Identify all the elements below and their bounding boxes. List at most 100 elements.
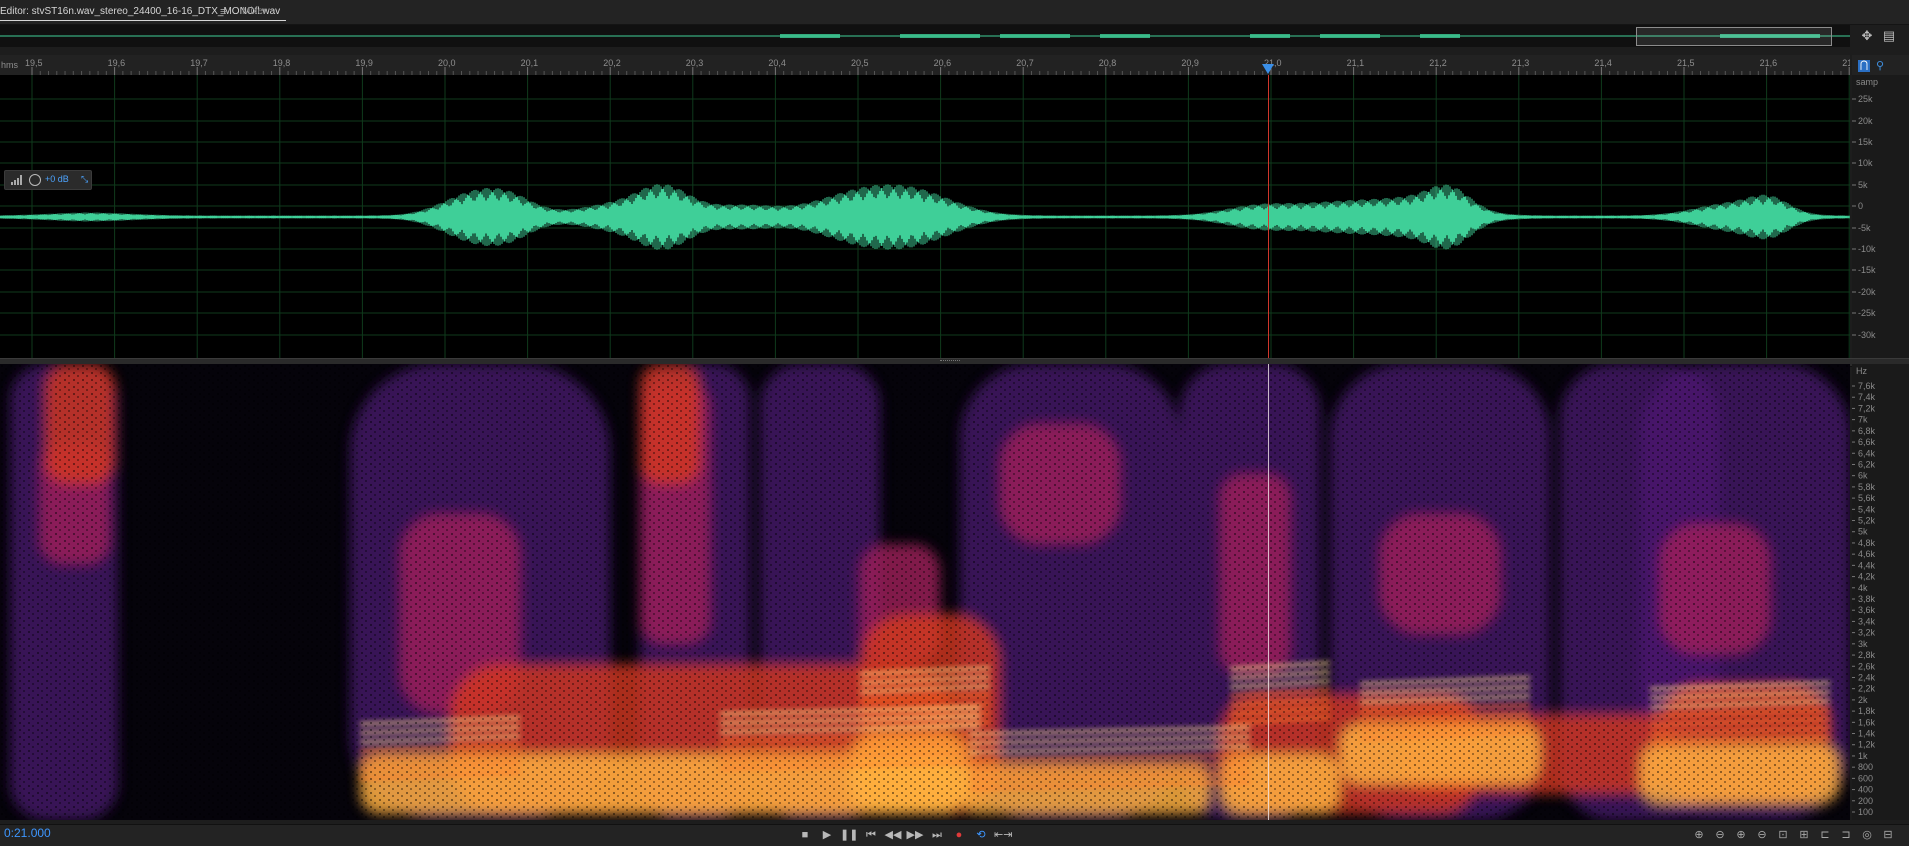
frequency-label: 2k — [1858, 695, 1868, 705]
amplitude-label: -10k — [1858, 244, 1876, 254]
stop-button[interactable]: ■ — [796, 827, 814, 843]
frequency-label: 3,6k — [1858, 605, 1876, 615]
amplitude-scale-labels: samp 25k 20k 15k 10k 5k 0 -5k -10k -15k -20k -25k -3… — [1852, 77, 1878, 340]
amplitude-unit-label: samp — [1856, 77, 1878, 87]
volume-knob-icon[interactable] — [29, 174, 41, 186]
waveform-display[interactable]: +0 dB ⤡ — [0, 75, 1850, 358]
tab-mixer[interactable]: Mixer — [242, 4, 266, 20]
time-ruler[interactable]: hms 19,5 19,6 19,7 19,8 19,9 20,0 20,1 20,2 20,3 2… — [0, 55, 1850, 76]
pause-button[interactable]: ❚❚ — [840, 827, 858, 843]
divider-grip-icon[interactable] — [940, 360, 960, 363]
zoom-navigator-icon[interactable]: ✥ — [1858, 28, 1876, 44]
zoom-left-edge-button[interactable]: ⊏ — [1816, 827, 1834, 843]
overview-waveform[interactable] — [0, 25, 1850, 47]
zoom-in-amplitude-button[interactable]: ⊕ — [1690, 827, 1708, 843]
record-button[interactable]: ● — [950, 827, 968, 843]
pin-icon[interactable]: ⚲ — [1874, 60, 1886, 72]
zoom-right-edge-button[interactable]: ⊐ — [1837, 827, 1855, 843]
frequency-label: 5,8k — [1858, 482, 1876, 492]
playhead-line — [1268, 75, 1269, 358]
amplitude-label: -20k — [1858, 287, 1876, 297]
loop-playback-button[interactable]: ⟲ — [972, 827, 990, 843]
frequency-label: 7,2k — [1858, 403, 1876, 413]
amplitude-label: -15k — [1858, 265, 1876, 275]
frequency-label: 4k — [1858, 583, 1868, 593]
snap-icon[interactable]: ⋂ — [1858, 60, 1870, 72]
amplitude-label: 25k — [1858, 94, 1873, 104]
zoom-reset-button[interactable]: ⊟ — [1879, 827, 1897, 843]
frequency-label: 3k — [1858, 639, 1868, 649]
tab-menu-icon[interactable]: ≡ — [220, 4, 226, 20]
amplitude-hud[interactable]: +0 dB ⤡ — [4, 170, 92, 190]
play-button[interactable]: ▶ — [818, 827, 836, 843]
rewind-button[interactable]: ◀◀ — [884, 827, 902, 843]
frequency-label: 3,2k — [1858, 628, 1876, 638]
frequency-label: 2,6k — [1858, 661, 1876, 671]
frequency-unit-label: Hz — [1856, 366, 1867, 376]
frequency-label: 6,6k — [1858, 437, 1876, 447]
time-display[interactable]: 0:21.000 — [4, 826, 51, 840]
move-to-previous-button[interactable]: ⏮ — [862, 827, 880, 843]
frequency-label: 3,8k — [1858, 594, 1876, 604]
tab-bar: Editor: stvST16n.wav_stereo_24400_16-16_… — [0, 0, 1909, 25]
amplitude-label: 10k — [1858, 158, 1873, 168]
panel-menu-icon[interactable]: ▤ — [1880, 28, 1898, 44]
frequency-label: 7,6k — [1858, 381, 1876, 391]
overview-wave-segment — [780, 34, 840, 38]
frequency-scale[interactable]: Hz 7,6k 7,4k 7,2k 7k 6,8k 6,6k 6,4k 6,2k 6k 5,8k 5,… — [1852, 364, 1909, 820]
time-ruler-ticks: hms 19,5 19,6 19,7 19,8 19,9 20,0 20,1 20,2 20,3 2… — [1, 58, 1850, 75]
fast-forward-button[interactable]: ▶▶ — [906, 827, 924, 843]
frequency-label: 6,4k — [1858, 448, 1876, 458]
amplitude-scale[interactable]: samp 25k 20k 15k 10k 5k 0 -5k -10k -15k -20k -25k -3… — [1852, 75, 1909, 358]
amplitude-label: 0 — [1858, 201, 1863, 211]
frequency-label: 4,4k — [1858, 560, 1876, 570]
playhead-line-spectral — [1268, 364, 1269, 820]
ruler-tick-label: 19,9 — [355, 58, 373, 68]
spectral-frequency-display[interactable] — [0, 364, 1850, 820]
frequency-label: 1,4k — [1858, 729, 1876, 739]
skip-selection-button[interactable]: ⇤⇥ — [994, 827, 1012, 843]
frequency-label: 2,8k — [1858, 650, 1876, 660]
ruler-tick-label: 19,7 — [190, 58, 208, 68]
ruler-tick-label: 20,5 — [851, 58, 869, 68]
zoom-out-time-button[interactable]: ⊖ — [1753, 827, 1771, 843]
frequency-label: 7k — [1858, 415, 1868, 425]
hud-pin-icon[interactable]: ⤡ — [81, 174, 88, 185]
ruler-tick-label: 19,5 — [25, 58, 43, 68]
amplitude-label: -25k — [1858, 308, 1876, 318]
frequency-label: 100 — [1858, 807, 1873, 817]
spectrogram-graphic — [0, 364, 1850, 820]
volume-value[interactable]: +0 dB — [45, 174, 69, 184]
amplitude-label: -5k — [1858, 223, 1871, 233]
waveform-graphic — [0, 75, 1850, 358]
ruler-tick-label: 21,1 — [1347, 58, 1365, 68]
ruler-tick-label: 19,6 — [108, 58, 126, 68]
amplitude-label: 15k — [1858, 137, 1873, 147]
ruler-tick-label: 21,2 — [1429, 58, 1447, 68]
amplitude-label: 20k — [1858, 116, 1873, 126]
overview-viewport-handle[interactable] — [1636, 27, 1832, 46]
overview-wave-graphic — [0, 34, 1850, 38]
overview-wave-segment — [1250, 34, 1290, 38]
playhead-handle[interactable] — [1262, 64, 1274, 74]
frequency-label: 2,2k — [1858, 684, 1876, 694]
frequency-label: 4,6k — [1858, 549, 1876, 559]
frequency-label: 2,4k — [1858, 672, 1876, 682]
ruler-tick-label: 19,8 — [273, 58, 291, 68]
overview-wave-segment — [1100, 34, 1150, 38]
zoom-out-amplitude-button[interactable]: ⊖ — [1711, 827, 1729, 843]
frequency-label: 1,8k — [1858, 706, 1876, 716]
ruler-tick-label: 20,8 — [1099, 58, 1117, 68]
move-to-next-button[interactable]: ⏭ — [928, 827, 946, 843]
ruler-tick-label: 20,0 — [438, 58, 456, 68]
frequency-scale-labels: Hz7,6k7,4k7,2k7k6,8k6,6k6,4k6,2k6k5,8k5,… — [1852, 366, 1876, 817]
overview-wave-segment — [900, 34, 980, 38]
zoom-in-selection-button[interactable]: ⊞ — [1795, 827, 1813, 843]
zoom-out-full-button[interactable]: ⊡ — [1774, 827, 1792, 843]
zoom-to-playhead-button[interactable]: ◎ — [1858, 827, 1876, 843]
zoom-in-time-button[interactable]: ⊕ — [1732, 827, 1750, 843]
frequency-label: 1k — [1858, 751, 1868, 761]
ruler-tick-label: 20,9 — [1181, 58, 1199, 68]
frequency-label: 4,2k — [1858, 572, 1876, 582]
frequency-label: 7,4k — [1858, 392, 1876, 402]
